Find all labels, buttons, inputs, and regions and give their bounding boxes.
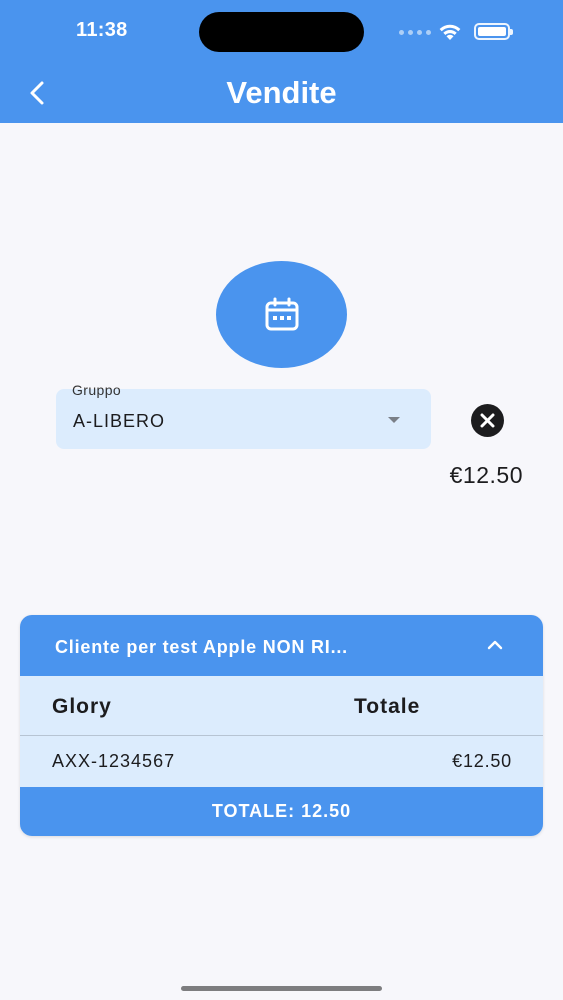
cell-totale-amount: €12.50 [452, 751, 512, 771]
status-time: 11:38 [76, 19, 128, 41]
home-indicator [181, 986, 382, 991]
customer-card: Cliente per test Apple NON RI... Glory T… [20, 615, 543, 836]
amount-text: €12.50 [449, 462, 523, 488]
app-header: 11:38 Vendite [0, 0, 563, 123]
table-row: AXX-1234567 €12.50 [20, 736, 543, 787]
battery-icon [474, 23, 513, 40]
card-footer: TOTALE: 12.50 [20, 787, 543, 836]
gruppo-value: A-LIBERO [73, 411, 166, 431]
total-text: TOTALE: 12.50 [211, 801, 352, 821]
clear-button[interactable] [471, 404, 504, 437]
dynamic-island [199, 12, 364, 52]
arrow-drop-down-icon [388, 417, 400, 423]
gruppo-label: Gruppo [72, 382, 122, 398]
column-header-totale: Totale [354, 695, 421, 718]
customer-name: Cliente per test Apple NON RI... [55, 637, 348, 657]
column-header-glory: Glory [52, 695, 112, 718]
calendar-button[interactable] [216, 261, 347, 368]
gruppo-dropdown[interactable]: A-LIBERO [56, 389, 431, 449]
table-header: Glory Totale [20, 676, 543, 736]
cellular-signal-icon [399, 30, 431, 35]
card-header[interactable]: Cliente per test Apple NON RI... [20, 615, 543, 676]
chevron-up-icon[interactable] [485, 637, 505, 653]
page-title: Vendite [226, 75, 337, 110]
calendar-icon [265, 297, 298, 330]
close-icon [480, 413, 495, 428]
cell-glory-code: AXX-1234567 [52, 751, 176, 771]
wifi-icon [439, 24, 461, 40]
